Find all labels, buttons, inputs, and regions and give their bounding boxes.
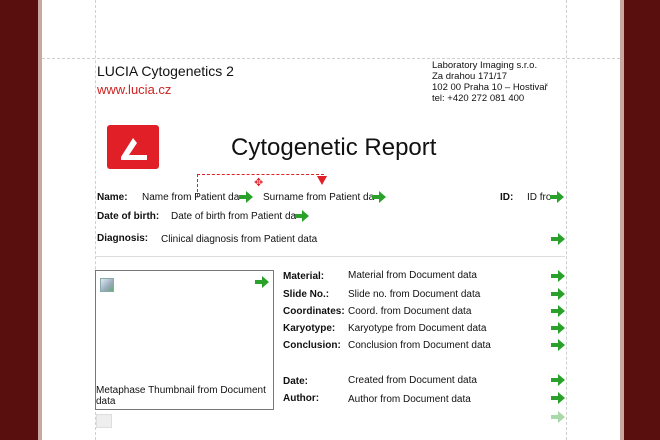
margin-guide-right — [566, 0, 567, 440]
image-placeholder-icon — [100, 278, 114, 292]
green-right-arrow-icon[interactable] — [255, 276, 269, 288]
author-field[interactable]: Author from Document data — [348, 394, 471, 405]
slide-no-field[interactable]: Slide no. from Document data — [348, 289, 480, 300]
metaphase-thumbnail-caption[interactable]: Metaphase Thumbnail from Document data — [96, 385, 271, 407]
green-right-arrow-icon[interactable] — [551, 322, 565, 334]
green-right-arrow-icon[interactable] — [551, 233, 565, 245]
green-right-arrow-icon[interactable] — [551, 392, 565, 404]
name-field[interactable]: Name from Patient da — [142, 192, 239, 203]
section-divider — [95, 256, 565, 257]
move-cursor-icon: ✥ — [254, 177, 264, 189]
company-name: Laboratory Imaging s.r.o. — [432, 60, 538, 71]
slide-no-label: Slide No.: — [283, 289, 330, 300]
report-title[interactable]: Cytogenetic Report — [231, 134, 436, 162]
insertion-marker-icon — [317, 176, 327, 185]
green-right-arrow-icon[interactable] — [551, 288, 565, 300]
window-frame-left — [0, 0, 38, 440]
green-right-arrow-icon[interactable] — [551, 305, 565, 317]
name-label: Name: — [97, 192, 128, 203]
green-right-arrow-icon[interactable] — [550, 191, 564, 203]
date-label: Date: — [283, 376, 309, 387]
coordinates-field[interactable]: Coord. from Document data — [348, 306, 471, 317]
green-right-arrow-icon[interactable] — [372, 191, 386, 203]
dob-field[interactable]: Date of birth from Patient da — [171, 211, 296, 222]
green-right-arrow-icon[interactable] — [551, 374, 565, 386]
material-label: Material: — [283, 271, 325, 282]
id-label: ID: — [500, 192, 514, 203]
karyotype-field[interactable]: Karyotype from Document data — [348, 323, 486, 334]
company-street: Za drahou 171/17 — [432, 71, 508, 82]
company-address[interactable]: Laboratory Imaging s.r.o. Za drahou 171/… — [432, 60, 548, 104]
id-field[interactable]: ID fro — [527, 192, 551, 203]
karyotype-label: Karyotype: — [283, 323, 336, 334]
app-title[interactable]: LUCIA Cytogenetics 2 — [97, 63, 234, 79]
date-field[interactable]: Created from Document data — [348, 375, 477, 386]
green-right-arrow-icon[interactable] — [295, 210, 309, 222]
author-label: Author: — [283, 393, 320, 404]
green-right-arrow-icon[interactable] — [551, 411, 565, 423]
diagnosis-label: Diagnosis: — [97, 233, 149, 244]
green-right-arrow-icon[interactable] — [239, 191, 253, 203]
material-field[interactable]: Material from Document data — [348, 270, 477, 281]
image-placeholder-icon — [96, 414, 112, 428]
window-frame-right — [624, 0, 660, 440]
diagnosis-field[interactable]: Clinical diagnosis from Patient data — [161, 234, 317, 245]
surname-field[interactable]: Surname from Patient da — [263, 192, 374, 203]
website-link[interactable]: www.lucia.cz — [97, 82, 171, 97]
company-city: 102 00 Praha 10 – Hostivař — [432, 82, 548, 93]
lucia-logo-icon[interactable] — [107, 125, 159, 169]
coordinates-label: Coordinates: — [283, 306, 345, 317]
dob-label: Date of birth: — [97, 211, 160, 222]
conclusion-label: Conclusion: — [283, 340, 341, 351]
green-right-arrow-icon[interactable] — [551, 339, 565, 351]
conclusion-field[interactable]: Conclusion from Document data — [348, 340, 491, 351]
company-phone: tel: +420 272 081 400 — [432, 93, 525, 104]
green-right-arrow-icon[interactable] — [551, 270, 565, 282]
margin-guide-top — [42, 58, 620, 59]
